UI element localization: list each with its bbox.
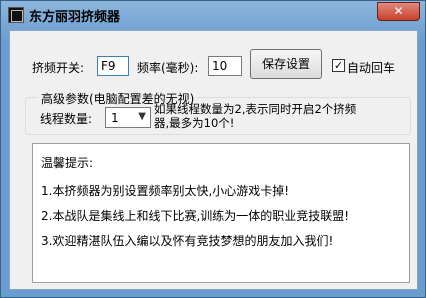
notice-title: 温馨提示: [41, 156, 94, 170]
auto-enter-label[interactable]: 自动回车 [347, 59, 395, 76]
frequency-label: 频率(毫秒): [137, 61, 199, 75]
notice-line: 2.本战队是集线上和线下比赛,训练为一体的职业竞技联盟! [41, 209, 350, 223]
notice-line: 1.本挤频器为别设置频率别太快,小心游戏卡掉! [41, 184, 290, 198]
thread-count-label: 线程数量: [40, 112, 93, 126]
frequency-input[interactable]: 10 [208, 56, 242, 76]
save-settings-button[interactable]: 保存设置 [250, 49, 322, 79]
app-icon [8, 7, 24, 23]
checkmark-icon: ✓ [333, 59, 344, 72]
thread-count-select[interactable]: 1 ▼ [105, 107, 151, 128]
squeeze-switch-label: 挤频开关: [32, 61, 85, 75]
title-bar[interactable]: 东方丽羽挤频器 ✕ [1, 1, 425, 28]
window-title: 东方丽羽挤频器 [29, 10, 121, 25]
hotkey-input[interactable]: F9 [97, 56, 129, 76]
client-area: 挤频开关: F9 频率(毫秒): 10 保存设置 ✓ 自动回车 高级参数(电脑配… [9, 30, 418, 290]
notice-line: 3.欢迎精湛队伍入编以及怀有竞技梦想的朋友加入我们! [41, 234, 334, 248]
chevron-down-icon[interactable]: ▼ [138, 111, 146, 122]
thread-count-value: 1 [111, 111, 119, 125]
thread-hint-line2: 器,最多为10个! [154, 116, 235, 130]
close-button[interactable]: ✕ [377, 2, 420, 21]
auto-enter-checkbox[interactable]: ✓ [332, 59, 345, 72]
notice-panel: 温馨提示: 1.本挤频器为别设置频率别太快,小心游戏卡掉! 2.本战队是集线上和… [32, 143, 410, 283]
app-window: 东方丽羽挤频器 ✕ 挤频开关: F9 频率(毫秒): 10 保存设置 ✓ 自动回… [0, 0, 426, 298]
